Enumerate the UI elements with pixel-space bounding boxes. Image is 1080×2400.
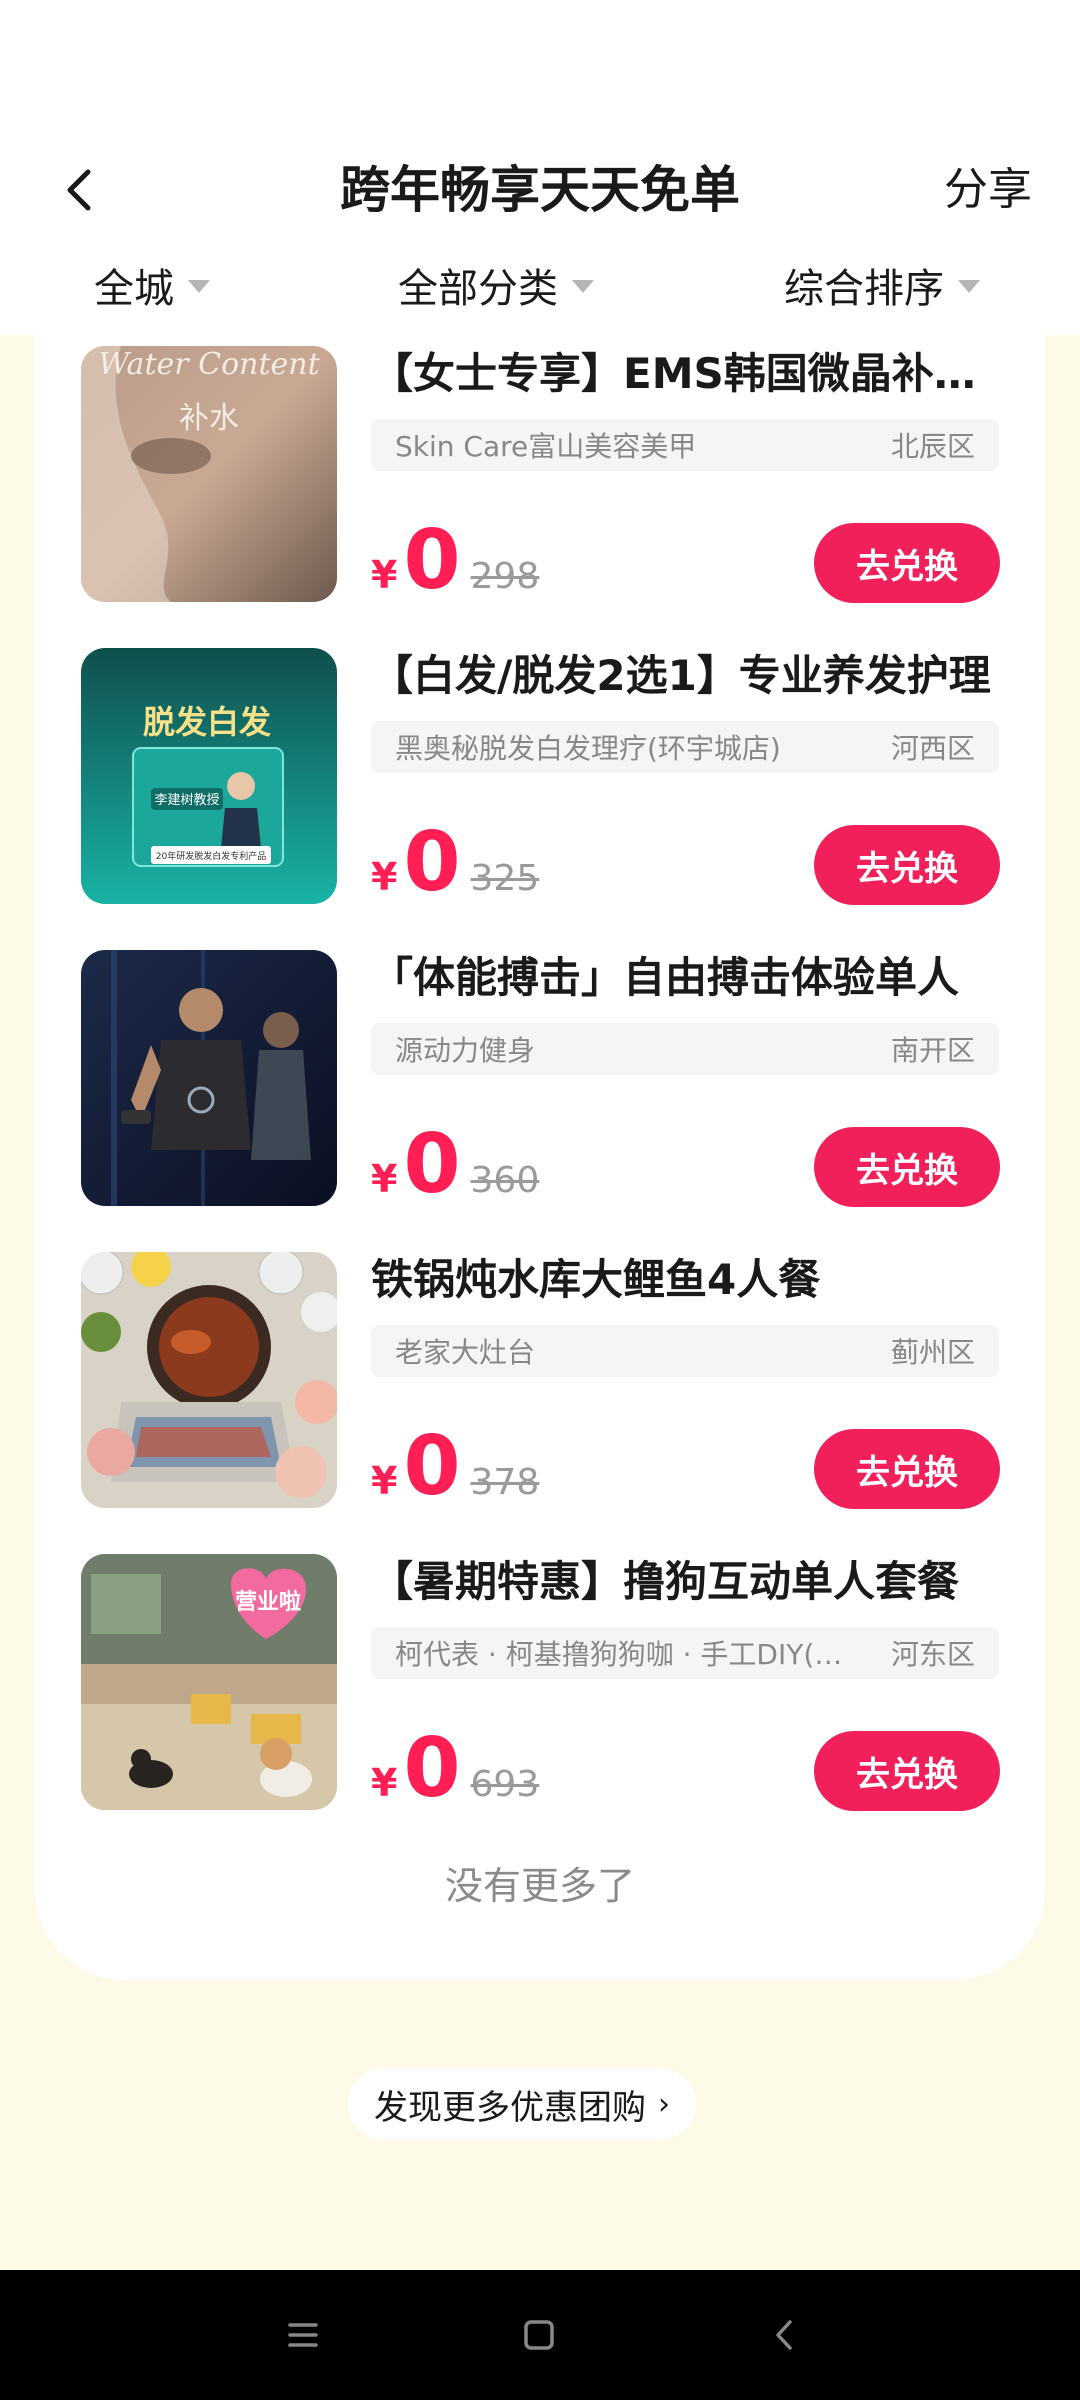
redeem-button[interactable]: 去兑换 xyxy=(814,1731,1000,1811)
deal-image-dog-cafe: 营业啦 xyxy=(81,1554,337,1810)
current-price: 0 xyxy=(403,513,461,608)
store-name: Skin Care富山美容美甲 xyxy=(395,430,697,463)
district: 河东区 xyxy=(890,1638,975,1671)
list-item[interactable]: 营业啦 【暑期特惠】撸狗互动单人套餐 柯代表 · 柯基撸狗狗咖 · 手工DIY(… xyxy=(81,1554,1001,1816)
store-info: Skin Care富山美容美甲 北辰区 xyxy=(371,419,999,471)
store-name: 老家大灶台 xyxy=(395,1336,536,1369)
page-title: 跨年畅享天天免单 xyxy=(340,161,740,219)
district: 北辰区 xyxy=(890,430,975,463)
share-button[interactable]: 分享 xyxy=(944,160,1032,220)
deal-title: 铁锅炖水库大鲤鱼4人餐 xyxy=(371,1255,821,1304)
image-caption-open: 营业啦 xyxy=(235,1589,301,1615)
store-info: 黑奥秘脱发白发理疗(环宇城店) 河西区 xyxy=(371,721,999,773)
filter-city[interactable]: 全城 xyxy=(94,255,210,315)
image-caption-hair-loss: 脱发白发 xyxy=(143,703,271,741)
currency-symbol: ¥ xyxy=(371,1157,398,1201)
home-square-icon[interactable] xyxy=(514,2310,564,2360)
deal-image-hair: 脱发白发 李建树教授 20年研发脱发白发专利产品 xyxy=(81,648,337,904)
image-caption-hydration: 补水 xyxy=(179,401,239,436)
end-of-list-text: 没有更多了 xyxy=(444,1864,635,1908)
original-price: 360 xyxy=(470,1160,540,1201)
store-info: 源动力健身 南开区 xyxy=(371,1023,999,1075)
filter-category[interactable]: 全部分类 xyxy=(398,255,594,315)
system-navigation-bar xyxy=(0,2270,1080,2400)
original-price: 693 xyxy=(470,1764,540,1805)
store-name: 源动力健身 xyxy=(395,1034,536,1067)
deal-title: 【暑期特惠】撸狗互动单人套餐 xyxy=(371,1557,960,1606)
menu-icon[interactable] xyxy=(278,2310,328,2360)
discover-more-button[interactable]: 发现更多优惠团购 › xyxy=(348,2068,696,2140)
deal-title: 「体能搏击」自由搏击体验单人 xyxy=(371,953,960,1002)
filter-sort-label: 综合排序 xyxy=(784,266,944,312)
price: ¥ 0 360 xyxy=(371,1117,540,1212)
list-item[interactable]: 脱发白发 李建树教授 20年研发脱发白发专利产品 【白发/脱发2选1】专业养发护… xyxy=(81,648,1001,910)
store-info: 柯代表 · 柯基撸狗狗咖 · 手工DIY(… 河东区 xyxy=(371,1627,999,1679)
price: ¥ 0 693 xyxy=(371,1721,540,1816)
deal-image-skincare: Water Content 补水 xyxy=(81,346,337,602)
redeem-button[interactable]: 去兑换 xyxy=(814,1429,1000,1509)
original-price: 378 xyxy=(470,1462,540,1503)
image-caption-professor: 李建树教授 xyxy=(154,792,219,808)
image-caption-patent: 20年研发脱发白发专利产品 xyxy=(156,850,266,862)
caret-down-icon xyxy=(572,279,594,293)
list-item[interactable]: Water Content 补水 【女士专享】EMS韩国微晶补水护理 Skin … xyxy=(81,346,1001,608)
list-item[interactable]: 「体能搏击」自由搏击体验单人 源动力健身 南开区 ¥ 0 360 去兑换 xyxy=(81,950,1001,1212)
deal-title: 【女士专享】EMS韩国微晶补水护理 xyxy=(371,349,1001,398)
currency-symbol: ¥ xyxy=(371,855,398,899)
list-item[interactable]: 铁锅炖水库大鲤鱼4人餐 老家大灶台 蓟州区 ¥ 0 378 去兑换 xyxy=(81,1252,1001,1514)
current-price: 0 xyxy=(403,1721,461,1816)
top-bar: 跨年畅享天天免单 分享 全城 全部分类 综合排序 xyxy=(0,0,1080,335)
filter-bar: 全城 全部分类 综合排序 xyxy=(0,255,1080,315)
redeem-button[interactable]: 去兑换 xyxy=(814,825,1000,905)
image-caption-water-content: Water Content xyxy=(98,347,320,382)
redeem-button[interactable]: 去兑换 xyxy=(814,523,1000,603)
currency-symbol: ¥ xyxy=(371,553,398,597)
caret-down-icon xyxy=(188,279,210,293)
deal-image-fitness xyxy=(81,950,337,1206)
deal-image-fish-stew xyxy=(81,1252,337,1508)
back-triangle-icon[interactable] xyxy=(760,2310,810,2360)
store-name: 黑奥秘脱发白发理疗(环宇城店) xyxy=(395,732,781,765)
discover-more-label: 发现更多优惠团购 xyxy=(374,2087,646,2128)
store-info: 老家大灶台 蓟州区 xyxy=(371,1325,999,1377)
filter-category-label: 全部分类 xyxy=(398,266,558,312)
current-price: 0 xyxy=(403,815,461,910)
caret-down-icon xyxy=(958,279,980,293)
filter-sort[interactable]: 综合排序 xyxy=(784,255,980,315)
redeem-button[interactable]: 去兑换 xyxy=(814,1127,1000,1207)
chevron-right-icon: › xyxy=(658,2086,670,2122)
price: ¥ 0 325 xyxy=(371,815,540,910)
current-price: 0 xyxy=(403,1419,461,1514)
current-price: 0 xyxy=(403,1117,461,1212)
original-price: 298 xyxy=(470,556,540,597)
district: 南开区 xyxy=(890,1034,975,1067)
price: ¥ 0 298 xyxy=(371,513,540,608)
price: ¥ 0 378 xyxy=(371,1419,540,1514)
original-price: 325 xyxy=(470,858,540,899)
deal-title: 【白发/脱发2选1】专业养发护理 xyxy=(371,651,991,700)
currency-symbol: ¥ xyxy=(371,1761,398,1805)
district: 河西区 xyxy=(890,732,975,765)
filter-city-label: 全城 xyxy=(94,266,174,312)
currency-symbol: ¥ xyxy=(371,1459,398,1503)
store-name: 柯代表 · 柯基撸狗狗咖 · 手工DIY(… xyxy=(395,1638,843,1671)
district: 蓟州区 xyxy=(890,1336,975,1369)
